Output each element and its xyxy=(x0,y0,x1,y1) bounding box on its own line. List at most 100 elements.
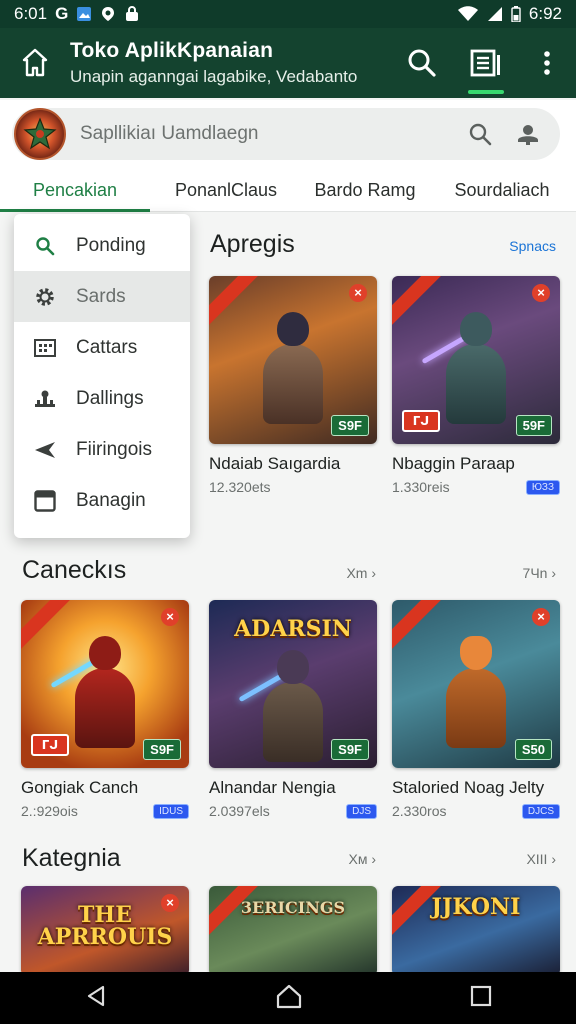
home-icon xyxy=(22,48,48,77)
menu-item-label: Cattars xyxy=(76,336,138,358)
menu-item-label: Ponding xyxy=(76,234,146,256)
app-subtitle: Unapin aganngai lagabike, Vedabanto xyxy=(70,67,358,86)
library-button[interactable] xyxy=(454,28,518,98)
app-meta: 2.:929ois xyxy=(21,803,78,819)
game-badge: ᒥᒍ xyxy=(402,410,440,432)
price-tag: S9F xyxy=(331,415,369,436)
more-button[interactable] xyxy=(518,28,576,98)
account-voice-icon xyxy=(518,125,538,145)
menu-item-banagin[interactable]: Banagin xyxy=(14,475,190,526)
search-bar[interactable]: Sapllikiaı Uamdlaegn xyxy=(12,108,560,160)
app-meta: 12.320ets xyxy=(209,479,271,495)
price-tag: S9F xyxy=(143,739,181,760)
section-title: Kategnia xyxy=(22,844,121,872)
section-link[interactable]: Spnacs xyxy=(509,238,556,254)
back-icon xyxy=(87,985,104,1006)
app-thumbnail: × S9F xyxy=(209,276,377,444)
menu-item-cattars[interactable]: Cattars xyxy=(14,322,190,373)
app-title: Toko AplikKpanaian xyxy=(70,39,274,62)
app-bar: Toko AplikKpanaian Unapin aganngai lagab… xyxy=(0,28,576,98)
rating-pill: DJCS xyxy=(521,803,560,819)
voice-button[interactable] xyxy=(504,122,552,146)
app-meta: 1.330reis xyxy=(392,479,450,495)
search-icon xyxy=(469,123,492,146)
app-name: Alnandar Nengia xyxy=(209,778,336,797)
price-tag: S50 xyxy=(514,739,552,760)
pawn-icon xyxy=(35,390,55,407)
system-nav-bar xyxy=(0,972,576,1024)
game-badge: ᒥᒍ xyxy=(31,734,69,756)
section-title: Caneckıs xyxy=(22,556,127,584)
app-card[interactable]: × ᒥᒍ S9F Gongiak Canch 2.:929ois IDUS xyxy=(21,600,189,819)
section-title: Apregis xyxy=(210,230,295,258)
menu-item-label: Dallings xyxy=(76,387,144,409)
search-submit[interactable] xyxy=(456,122,504,146)
tab-sourdaliach[interactable]: Sourdaliach xyxy=(428,170,576,211)
price-tag: 59F xyxy=(515,415,552,436)
app-thumbnail: JJKONI xyxy=(392,886,560,976)
status-bar: 6:01 G 6:92 xyxy=(0,0,576,28)
app-name: Nbaggin Paraap xyxy=(392,454,515,473)
app-card[interactable]: THE APRROUIS × xyxy=(21,886,189,976)
tab-bardo-ramg[interactable]: Bardo Ramg xyxy=(302,170,428,211)
tab-pencakian[interactable]: Pencakian xyxy=(0,170,150,212)
g-icon: G xyxy=(55,4,69,23)
tab-ponanlclaus[interactable]: PonanlClaus xyxy=(150,170,302,211)
search-area: Sapllikiaı Uamdlaegn xyxy=(0,100,576,170)
app-meta: 2.0397els xyxy=(209,803,270,819)
app-card[interactable]: 3ERICINGS xyxy=(209,886,377,976)
search-button[interactable] xyxy=(390,28,454,98)
app-name: Gongiak Canch xyxy=(21,778,139,797)
gear-icon xyxy=(36,287,54,306)
menu-item-fiiringois[interactable]: Fiiringois xyxy=(14,424,190,475)
menu-item-label: Sards xyxy=(76,285,126,307)
clock: 6:01 xyxy=(14,4,48,23)
app-thumbnail: × ᒥᒍ S9F xyxy=(21,600,189,768)
app-thumbnail: THE APRROUIS × xyxy=(21,886,189,976)
app-name: Staloried Noag Jelty xyxy=(392,778,545,797)
app-thumbnail: × S50 xyxy=(392,600,560,768)
rating-pill: IDUS xyxy=(153,803,189,819)
app-thumbnail: 3ERICINGS xyxy=(209,886,377,976)
app-thumbnail: ADARSIN S9F xyxy=(209,600,377,768)
emblem-icon xyxy=(23,117,57,150)
home-icon xyxy=(276,984,302,1008)
photo-icon xyxy=(77,7,92,21)
battery-icon xyxy=(511,6,521,22)
price-tag: S9F xyxy=(331,739,369,760)
rating-pill: ЮЗЗ xyxy=(525,479,560,495)
menu-item-dallings[interactable]: Dallings xyxy=(14,373,190,424)
back-button[interactable] xyxy=(84,984,108,1013)
recents-icon xyxy=(471,985,492,1006)
close-icon: × xyxy=(161,894,179,912)
location-icon xyxy=(102,7,115,21)
menu-item-label: Fiiringois xyxy=(76,438,153,460)
section-link[interactable]: XIII › xyxy=(526,851,556,867)
search-input[interactable]: Sapllikiaı Uamdlaegn xyxy=(66,123,456,145)
home-nav-button[interactable] xyxy=(275,983,303,1014)
home-button[interactable] xyxy=(0,28,70,98)
menu-item-ponding[interactable]: Ponding xyxy=(14,220,190,271)
wifi-icon xyxy=(457,6,478,21)
app-card[interactable]: JJKONI xyxy=(392,886,560,976)
search-icon xyxy=(408,49,436,77)
app-card[interactable]: ADARSIN S9F Alnandar Nengia 2.0397els DJS xyxy=(209,600,377,819)
avatar[interactable] xyxy=(14,108,66,160)
window-icon xyxy=(34,489,56,512)
app-card[interactable]: × ᒥᒍ 59F Nbaggin Paraap 1.330reis ЮЗЗ xyxy=(392,276,560,495)
app-card[interactable]: × S9F Ndaiab Saıgardia 12.320ets xyxy=(209,276,377,495)
section-link[interactable]: 7Чn › xyxy=(523,565,556,581)
clock-right: 6:92 xyxy=(528,4,562,23)
app-card[interactable]: × S50 Staloried Noag Jelty 2.330ros DJCS xyxy=(392,600,560,819)
library-icon xyxy=(470,49,500,77)
section-link[interactable]: Xм › xyxy=(348,851,376,867)
section-link[interactable]: Xm › xyxy=(346,565,376,581)
close-icon: × xyxy=(532,284,550,302)
close-icon: × xyxy=(532,608,550,626)
recents-button[interactable] xyxy=(470,985,492,1012)
signal-icon xyxy=(487,7,502,21)
dropdown-menu: Ponding Sards Cattars Dallings Fiiringoi… xyxy=(14,214,190,538)
close-icon: × xyxy=(161,608,179,626)
menu-item-sards[interactable]: Sards xyxy=(14,271,190,322)
plane-icon xyxy=(35,441,55,458)
